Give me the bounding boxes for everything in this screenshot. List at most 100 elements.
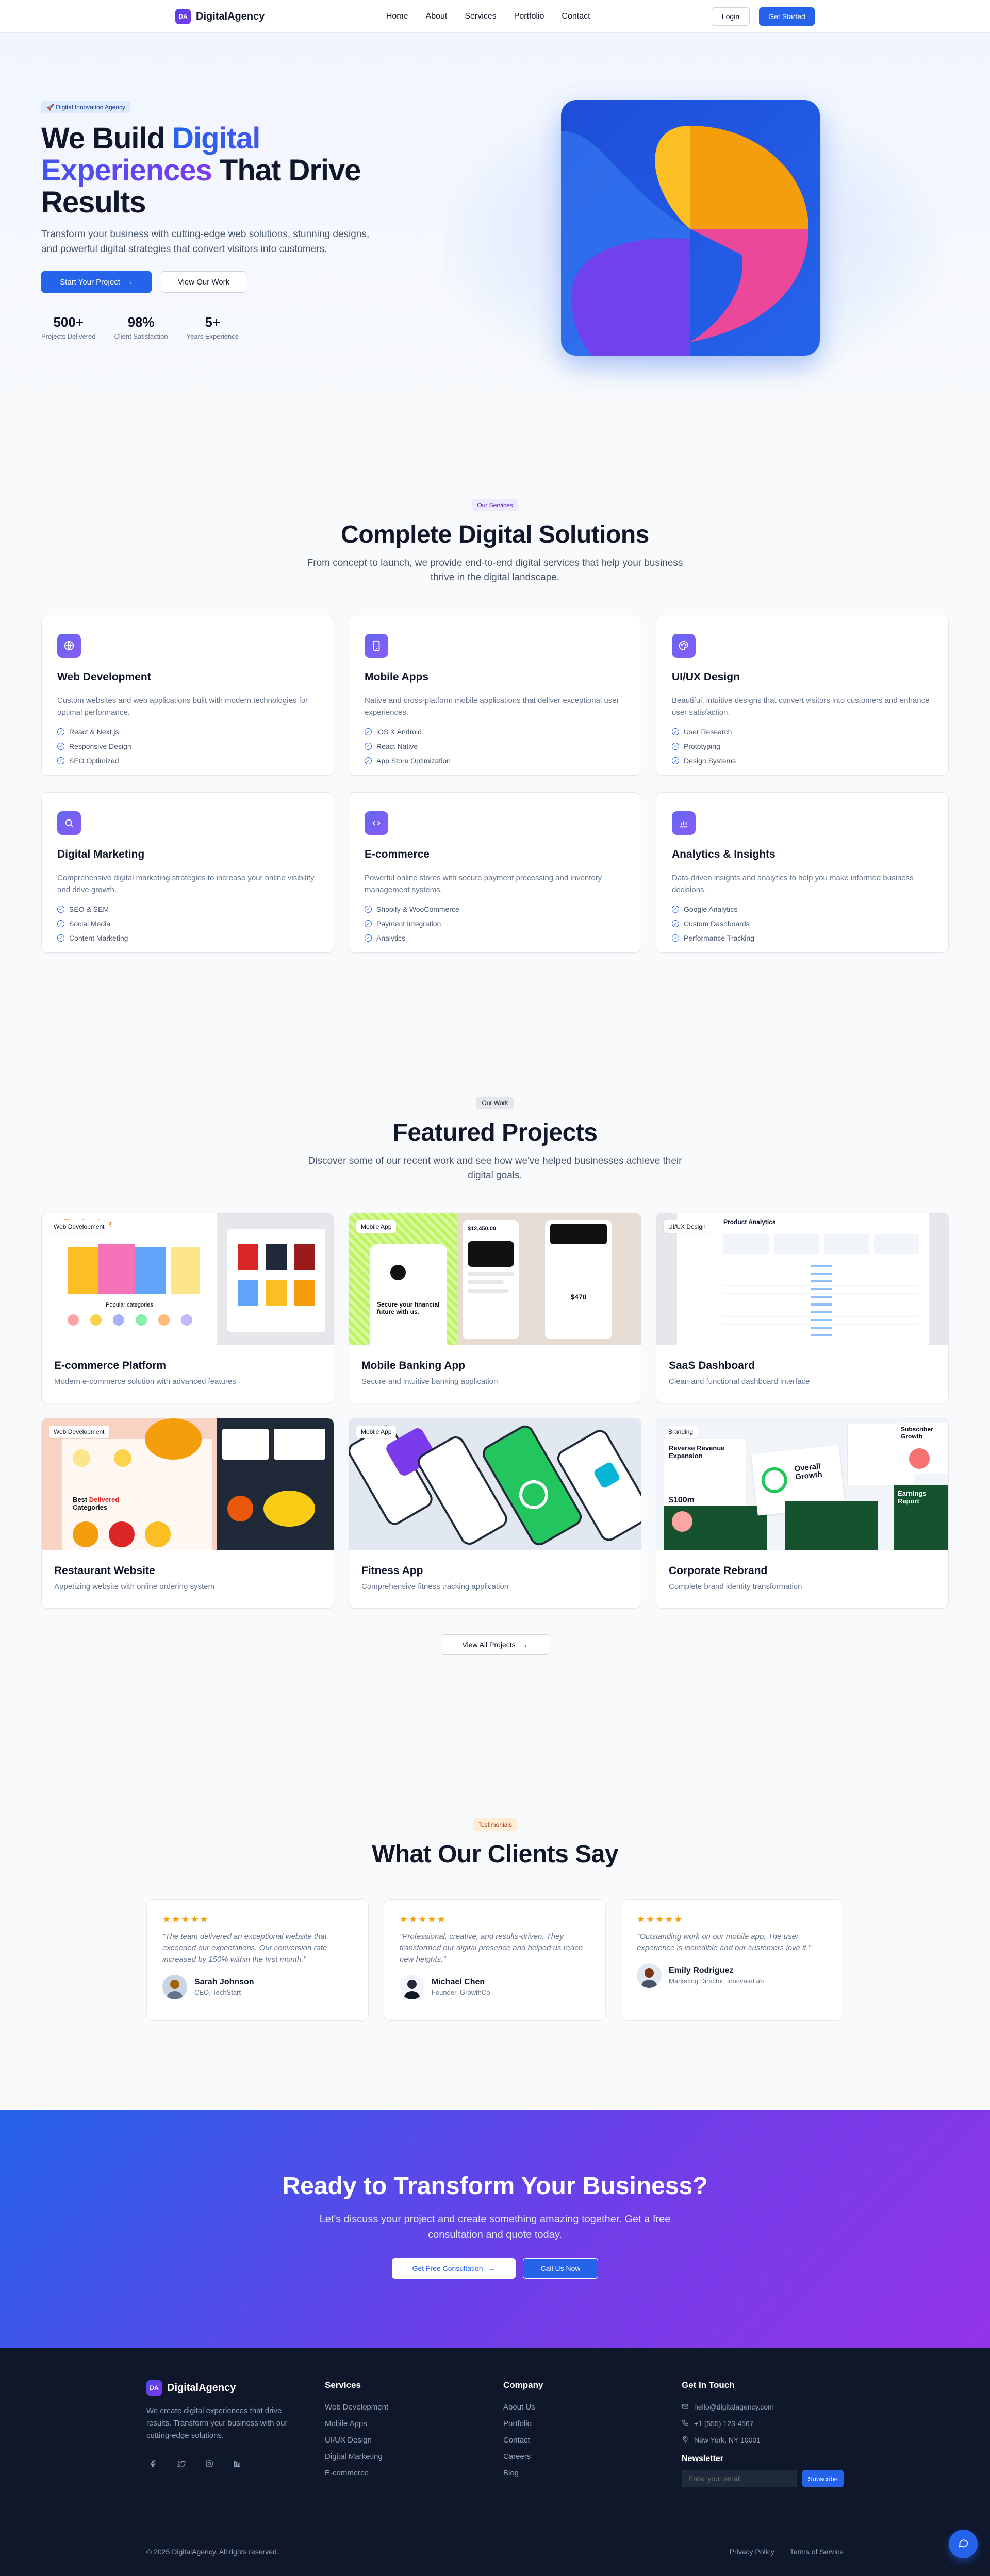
nav-portfolio[interactable]: Portfolio bbox=[514, 12, 544, 21]
service-feature: ✓ Shopify & WooCommerce bbox=[365, 902, 625, 916]
main-nav: Home About Services Portfolio Contact bbox=[386, 12, 590, 21]
nav-about[interactable]: About bbox=[426, 12, 448, 21]
service-feature: ✓ SEO Optimized bbox=[57, 754, 318, 768]
footer-link[interactable]: Blog bbox=[503, 2469, 682, 2485]
privacy-link[interactable]: Privacy Policy bbox=[730, 2548, 774, 2556]
hero-content: 🚀 Digital Innovation Agency We Build Dig… bbox=[41, 101, 402, 340]
site-footer: DA DigitalAgency We create digital exper… bbox=[0, 2348, 990, 2576]
footer-company: Company About Us Portfolio Contact Caree… bbox=[503, 2380, 682, 2487]
arrow-right-icon: → bbox=[520, 1641, 528, 1649]
service-card-e-commerce[interactable]: E-commerce Powerful online stores with s… bbox=[349, 792, 641, 953]
footer-logo[interactable]: DA DigitalAgency bbox=[146, 2380, 325, 2396]
project-title: SaaS Dashboard bbox=[669, 1360, 755, 1371]
bar-chart-icon bbox=[672, 811, 696, 835]
service-desc: Custom websites and web applications bui… bbox=[57, 696, 308, 717]
linkedin-icon[interactable] bbox=[230, 2456, 244, 2471]
service-feature: ✓ React Native bbox=[365, 739, 625, 754]
project-thumbnail: UI/UX Design Product Analytics bbox=[656, 1213, 948, 1345]
footer-link[interactable]: UI/UX Design bbox=[325, 2436, 503, 2452]
footer-link[interactable]: Digital Marketing bbox=[325, 2452, 503, 2469]
testimonial-name: Emily Rodriguez bbox=[669, 1966, 734, 1975]
login-button[interactable]: Login bbox=[712, 7, 750, 26]
footer-link[interactable]: About Us bbox=[503, 2403, 682, 2419]
hero-section: 🚀 Digital Innovation Agency We Build Dig… bbox=[0, 33, 990, 423]
project-card-rebrand[interactable]: Branding Reverse Revenue Expansion $100m… bbox=[656, 1418, 949, 1609]
view-work-button[interactable]: View Our Work bbox=[161, 271, 246, 293]
get-started-button[interactable]: Get Started bbox=[759, 7, 815, 26]
service-feature: ✓ Google Analytics bbox=[672, 902, 933, 916]
thumb-headline: Product Analytics bbox=[723, 1218, 776, 1226]
stat-projects: 500+ Projects Delivered bbox=[41, 314, 96, 340]
services-subtitle: From concept to launch, we provide end-t… bbox=[307, 558, 683, 583]
testimonial-role: Marketing Director, InnovateLab bbox=[669, 1977, 764, 1985]
project-tag: Mobile App bbox=[356, 1426, 397, 1438]
project-tag: UI/UX Design bbox=[664, 1220, 711, 1233]
nav-home[interactable]: Home bbox=[386, 12, 408, 21]
phone-icon bbox=[682, 2419, 689, 2428]
terms-link[interactable]: Terms of Service bbox=[790, 2548, 844, 2556]
footer-location: New York, NY 10001 bbox=[682, 2432, 844, 2448]
instagram-icon[interactable] bbox=[202, 2456, 217, 2471]
footer-phone[interactable]: +1 (555) 123-4567 bbox=[682, 2415, 844, 2432]
project-desc: Comprehensive fitness tracking applicati… bbox=[361, 1582, 509, 1591]
project-card-saas[interactable]: UI/UX Design Product Analytics SaaS Dash… bbox=[656, 1213, 949, 1403]
nav-services[interactable]: Services bbox=[465, 12, 496, 21]
footer-link[interactable]: Portfolio bbox=[503, 2419, 682, 2436]
testimonial-name: Sarah Johnson bbox=[194, 1978, 254, 1986]
services-title: Complete Digital Solutions bbox=[341, 521, 649, 548]
service-feature: ✓ Performance Tracking bbox=[672, 931, 933, 945]
project-thumbnail: Branding Reverse Revenue Expansion $100m… bbox=[656, 1418, 948, 1550]
star-rating-icon: ★★★★★ bbox=[637, 1914, 684, 1925]
stat-experience: 5+ Years Experience bbox=[186, 314, 239, 340]
check-circle-icon: ✓ bbox=[672, 757, 679, 764]
projects-section: Our Work Featured Projects Discover some… bbox=[0, 1031, 990, 1742]
service-desc: Powerful online stores with secure payme… bbox=[365, 874, 602, 894]
footer-services-title: Services bbox=[325, 2380, 361, 2390]
service-card-mobile-apps[interactable]: Mobile Apps Native and cross-platform mo… bbox=[349, 615, 641, 776]
footer-link[interactable]: Web Development bbox=[325, 2403, 503, 2419]
facebook-icon[interactable] bbox=[146, 2456, 161, 2471]
free-consultation-button[interactable]: Get Free Consultation → bbox=[392, 2258, 516, 2279]
project-thumbnail: Web Development Best Delivered Categorie… bbox=[42, 1418, 334, 1550]
service-title: Web Development bbox=[57, 671, 151, 683]
map-pin-icon bbox=[682, 2436, 689, 2445]
project-card-banking[interactable]: Mobile App Secure your financial future … bbox=[349, 1213, 641, 1403]
newsletter-email-input[interactable] bbox=[682, 2470, 797, 2487]
service-desc: Comprehensive digital marketing strategi… bbox=[57, 874, 315, 894]
hero-badge: 🚀 Digital Innovation Agency bbox=[41, 101, 131, 113]
nav-contact[interactable]: Contact bbox=[562, 12, 590, 21]
service-feature: ✓ iOS & Android bbox=[365, 725, 625, 739]
footer-company-title: Company bbox=[503, 2380, 543, 2390]
project-card-restaurant[interactable]: Web Development Best Delivered Categorie… bbox=[41, 1418, 334, 1609]
project-title: Fitness App bbox=[361, 1565, 423, 1577]
footer-link[interactable]: E-commerce bbox=[325, 2469, 503, 2485]
footer-link[interactable]: Careers bbox=[503, 2452, 682, 2469]
check-circle-icon: ✓ bbox=[365, 757, 372, 764]
project-card-ecommerce[interactable]: Web Development Exclusive Popular catego… bbox=[41, 1213, 334, 1403]
chat-button[interactable] bbox=[949, 2530, 978, 2558]
project-title: E-commerce Platform bbox=[54, 1360, 167, 1371]
projects-subtitle: Discover some of our recent work and see… bbox=[308, 1156, 682, 1181]
subscribe-button[interactable]: Subscribe bbox=[802, 2470, 844, 2487]
start-project-button[interactable]: Start Your Project → bbox=[41, 271, 152, 293]
footer-link[interactable]: Mobile Apps bbox=[325, 2419, 503, 2436]
check-circle-icon: ✓ bbox=[365, 743, 372, 750]
service-card-web-development[interactable]: Web Development Custom websites and web … bbox=[41, 615, 334, 776]
service-card-ui-ux-design[interactable]: UI/UX Design Beautiful, intuitive design… bbox=[656, 615, 949, 776]
view-all-projects-button[interactable]: View All Projects → bbox=[441, 1634, 549, 1655]
twitter-icon[interactable] bbox=[174, 2456, 189, 2471]
footer-email[interactable]: hello@digitalagency.com bbox=[682, 2399, 844, 2415]
arrow-right-icon: → bbox=[488, 2264, 496, 2272]
header-logo[interactable]: DA DigitalAgency bbox=[175, 9, 265, 24]
call-us-button[interactable]: Call Us Now bbox=[523, 2258, 598, 2279]
service-feature: ✓ Custom Dashboards bbox=[672, 916, 933, 931]
projects-badge: Our Work bbox=[476, 1097, 514, 1109]
service-card-digital-marketing[interactable]: Digital Marketing Comprehensive digital … bbox=[41, 792, 334, 953]
newsletter-title: Newsletter bbox=[682, 2454, 723, 2463]
check-circle-icon: ✓ bbox=[672, 728, 679, 735]
project-card-fitness[interactable]: Mobile App Fitness App Comprehensive fit… bbox=[349, 1418, 641, 1609]
service-card-analytics[interactable]: Analytics & Insights Data-driven insight… bbox=[656, 792, 949, 953]
footer-link[interactable]: Contact bbox=[503, 2436, 682, 2452]
check-circle-icon: ✓ bbox=[365, 728, 372, 735]
star-rating-icon: ★★★★★ bbox=[162, 1914, 209, 1925]
